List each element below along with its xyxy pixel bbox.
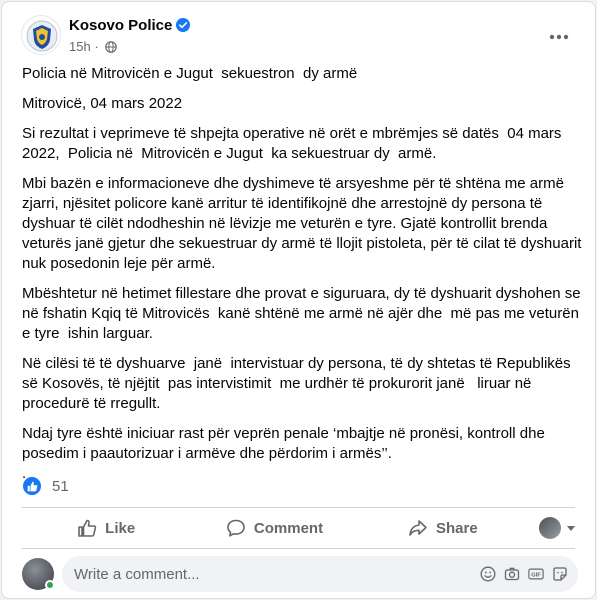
divider <box>22 548 575 549</box>
comment-composer: GIF <box>22 556 578 594</box>
camera-icon[interactable] <box>504 566 520 582</box>
comment-input[interactable] <box>74 556 480 592</box>
share-label[interactable]: Share <box>436 520 478 537</box>
like-button[interactable]: Like <box>22 511 190 545</box>
chevron-down-icon <box>566 525 575 531</box>
share-button[interactable]: Share <box>359 511 527 545</box>
reactions-summary[interactable]: 51 <box>22 475 69 497</box>
page-name-text[interactable]: Kosovo Police <box>69 17 172 34</box>
comment-icon <box>227 519 245 537</box>
post-body: Policia në Mitrovicën e Jugut sekuestron… <box>22 64 582 484</box>
post-header: Kosovo Police 15h · <box>21 15 581 59</box>
svg-text:GIF: GIF <box>531 573 541 579</box>
sticker-icon[interactable] <box>552 566 568 582</box>
post-paragraph: Ndaj tyre është iniciuar rast për veprën… <box>22 425 549 462</box>
globe-icon[interactable] <box>105 41 118 53</box>
post-paragraph: Si rezultat i veprimeve të shpejta opera… <box>22 125 566 162</box>
post-card: Kosovo Police 15h · Policia në Mitrovicë… <box>1 1 596 599</box>
post-audience-selector[interactable] <box>527 511 575 545</box>
verified-badge-icon <box>176 18 191 32</box>
share-icon <box>409 520 427 536</box>
post-timestamp[interactable]: 15h <box>69 39 91 54</box>
post-trailing-dot: . <box>22 465 27 482</box>
post-paragraph: Policia në Mitrovicën e Jugut sekuestron… <box>22 65 358 82</box>
comment-label[interactable]: Comment <box>254 520 323 537</box>
like-reaction-icon <box>22 476 42 496</box>
like-label[interactable]: Like <box>105 520 135 537</box>
thumbs-up-icon <box>78 519 97 537</box>
emoji-icon[interactable] <box>480 566 496 582</box>
post-paragraph: Mbi bazën e informacioneve dhe dyshimeve… <box>22 175 586 272</box>
avatar <box>538 517 561 539</box>
more-options-icon[interactable] <box>545 23 573 51</box>
gif-icon[interactable]: GIF <box>528 566 544 582</box>
online-status-icon <box>45 580 55 590</box>
page-name[interactable]: Kosovo Police <box>69 17 191 34</box>
reaction-count[interactable]: 51 <box>52 478 69 495</box>
post-paragraph: Në cilësi të të dyshuarve janë intervist… <box>22 355 575 412</box>
comment-button[interactable]: Comment <box>190 511 358 545</box>
post-paragraph: Mitrovicë, 04 mars 2022 <box>22 95 183 112</box>
meta-separator: · <box>94 39 99 54</box>
comment-tools: GIF <box>480 566 578 582</box>
action-bar: Like Comment Share <box>22 511 575 545</box>
page-avatar[interactable] <box>21 15 61 55</box>
divider <box>22 507 575 508</box>
comment-box[interactable]: GIF <box>62 556 578 592</box>
post-paragraph: Mbështetur në hetimet fillestare dhe pro… <box>22 285 585 342</box>
post-meta: 15h · <box>69 39 118 54</box>
